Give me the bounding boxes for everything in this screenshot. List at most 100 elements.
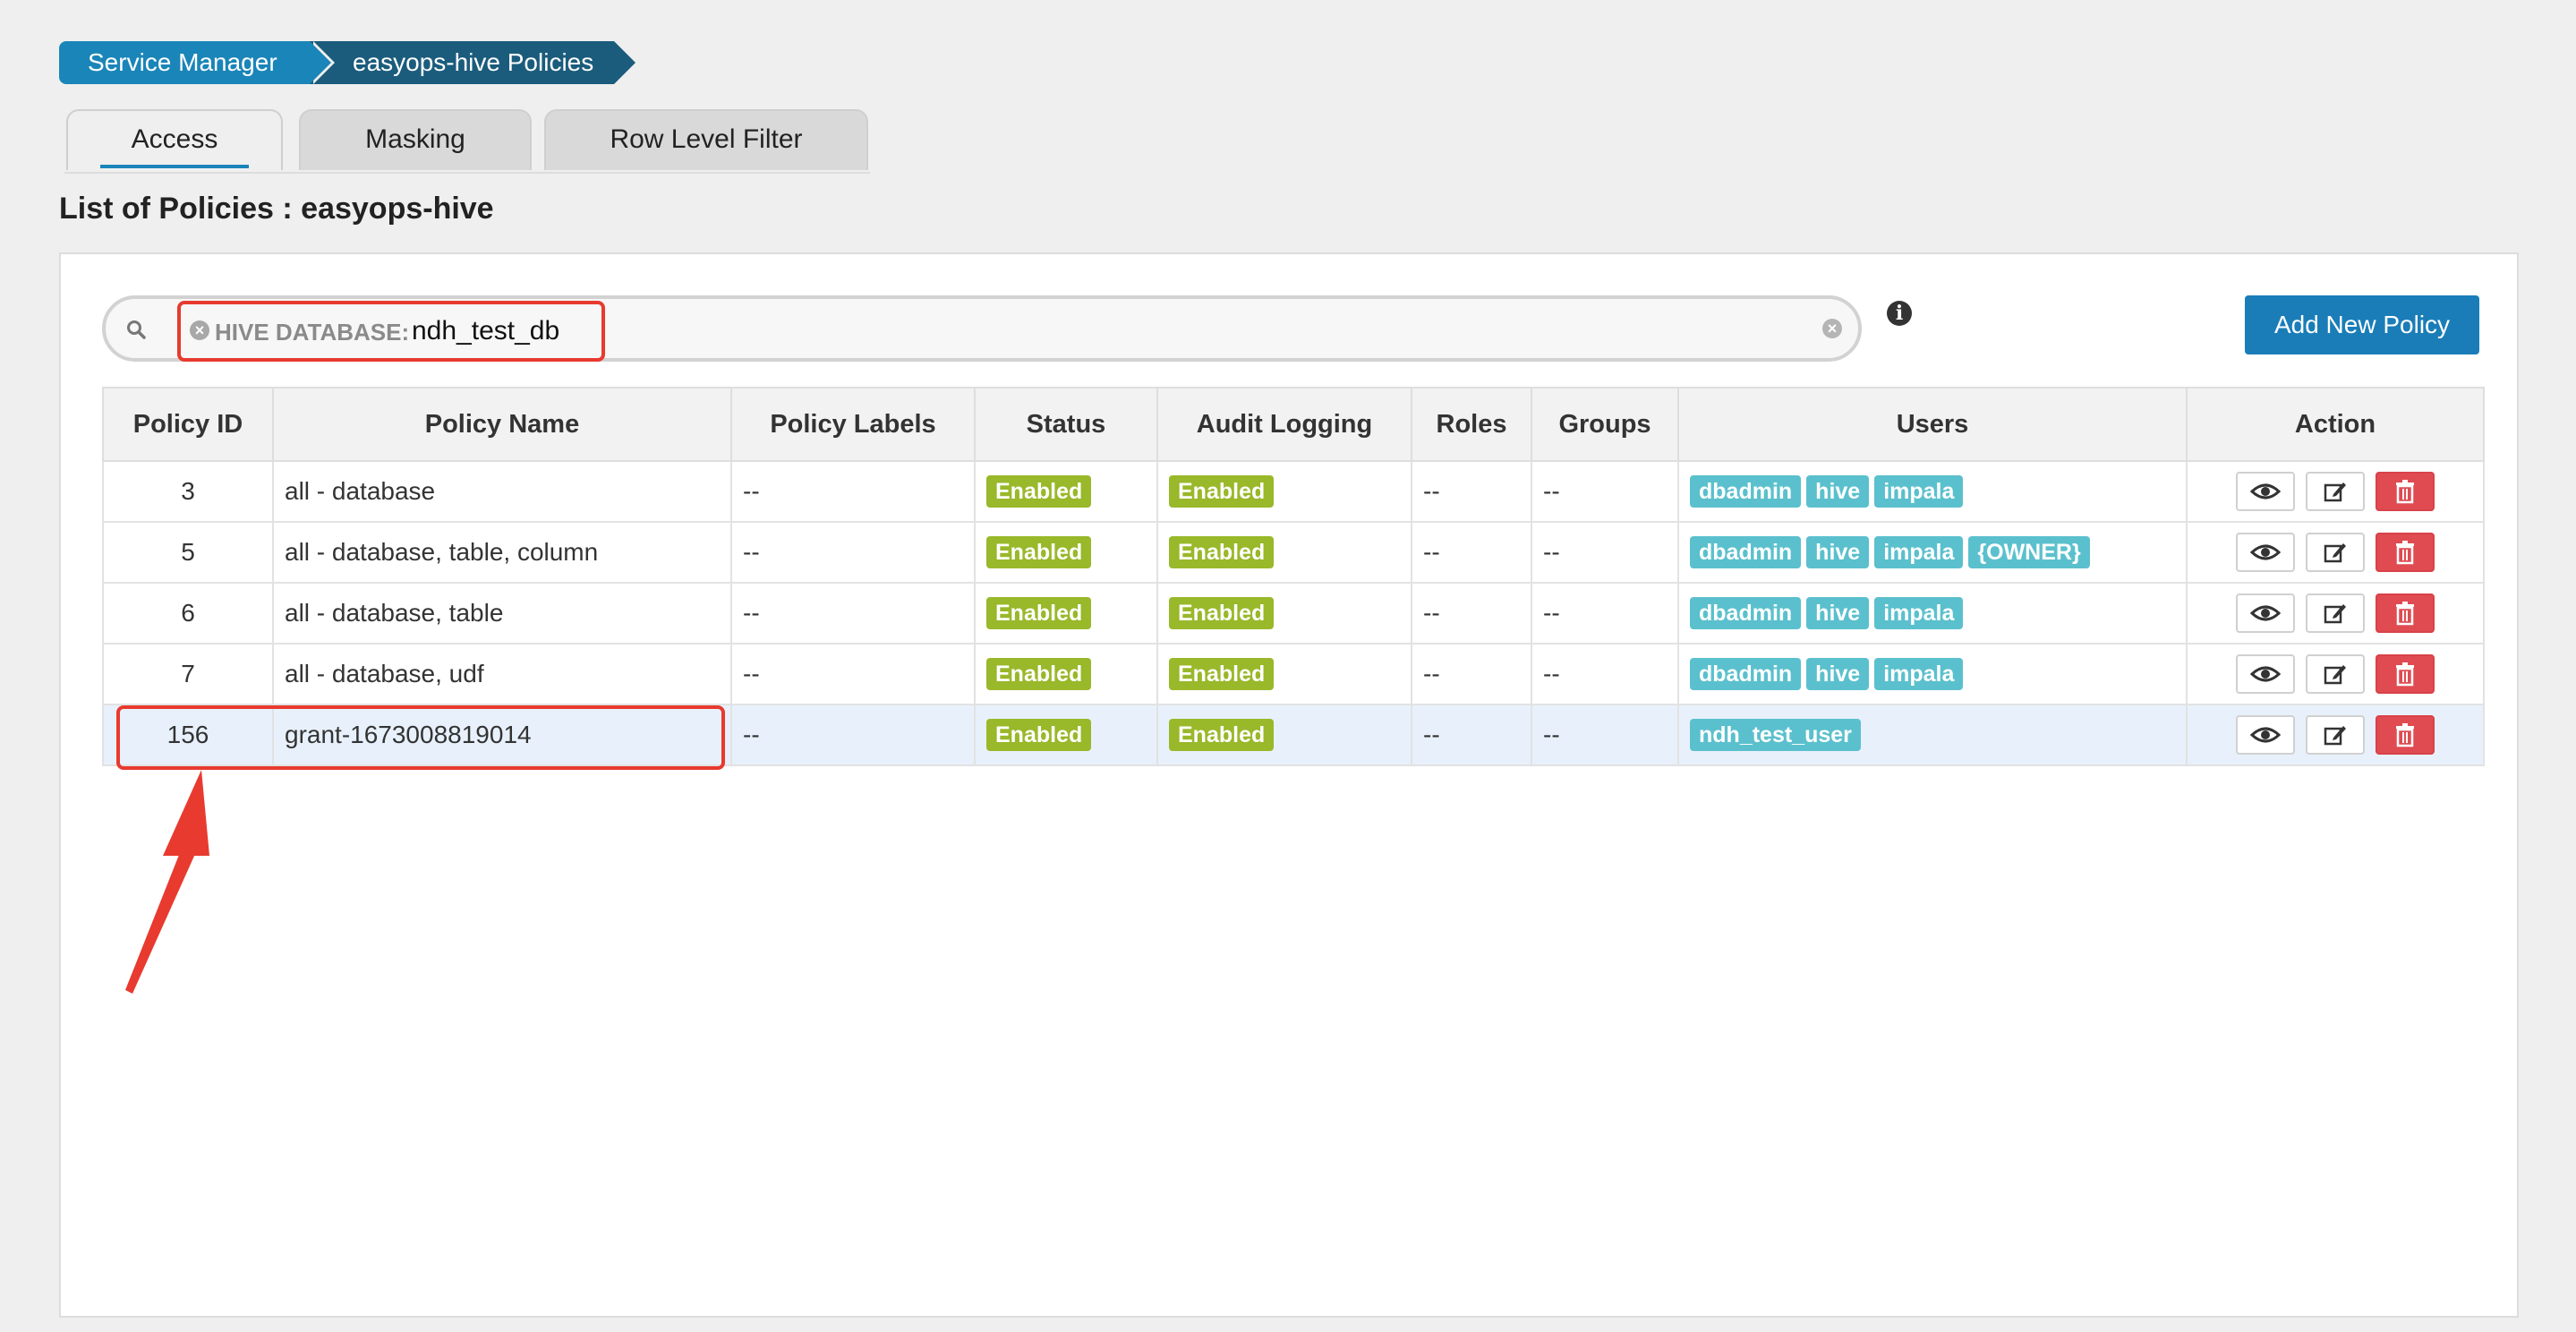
- user-badge: hive: [1806, 536, 1870, 568]
- audit-badge: Enabled: [1169, 475, 1275, 508]
- status-cell: Enabled: [974, 643, 1158, 705]
- table-row: 3 all - database -- Enabled Enabled -- -- dbadm…: [102, 460, 2485, 523]
- user-badge: hive: [1806, 597, 1870, 629]
- search-icon: [127, 320, 146, 339]
- audit-cell: Enabled: [1156, 460, 1412, 523]
- tab-access[interactable]: Access: [66, 109, 283, 170]
- user-badge: impala: [1874, 536, 1964, 568]
- roles: --: [1411, 460, 1532, 523]
- policy-labels: --: [730, 521, 976, 584]
- status-cell: Enabled: [974, 582, 1158, 645]
- table-header-row: Policy ID Policy Name Policy Labels Stat…: [102, 387, 2485, 462]
- page-title: List of Policies : easyops-hive: [59, 192, 494, 226]
- clear-search-icon[interactable]: ×: [1822, 319, 1842, 338]
- roles: --: [1411, 643, 1532, 705]
- col-policy-id: Policy ID: [102, 387, 274, 462]
- info-icon[interactable]: i: [1887, 301, 1912, 326]
- edit-button[interactable]: [2306, 533, 2365, 572]
- delete-button[interactable]: [2376, 715, 2435, 755]
- status-badge: Enabled: [986, 475, 1092, 508]
- delete-button[interactable]: [2376, 533, 2435, 572]
- breadcrumb-policies[interactable]: easyops-hive Policies: [310, 41, 635, 84]
- edit-button[interactable]: [2306, 472, 2365, 511]
- table-row: 5 all - database, table, column -- Enabled E…: [102, 521, 2485, 584]
- edit-button[interactable]: [2306, 715, 2365, 755]
- roles: --: [1411, 582, 1532, 645]
- user-badge: dbadmin: [1690, 658, 1802, 690]
- view-button[interactable]: [2236, 593, 2295, 633]
- filter-value[interactable]: ndh_test_db: [412, 316, 559, 346]
- col-audit-logging: Audit Logging: [1156, 387, 1412, 462]
- tab-masking[interactable]: Masking: [299, 109, 532, 170]
- status-badge: Enabled: [986, 719, 1092, 751]
- policy-name: all - database: [272, 460, 732, 523]
- users-cell: dbadmin hive impala {OWNER}: [1677, 521, 2188, 584]
- highlight-annotation-box: [116, 705, 725, 770]
- action-cell: [2186, 643, 2485, 705]
- policy-id-link[interactable]: 7: [102, 643, 274, 705]
- search-input[interactable]: × HIVE DATABASE: ndh_test_db ×: [102, 295, 1862, 362]
- tab-row-level-filter[interactable]: Row Level Filter: [544, 109, 868, 170]
- users-cell: dbadmin hive impala: [1677, 460, 2188, 523]
- audit-cell: Enabled: [1156, 704, 1412, 766]
- delete-button[interactable]: [2376, 593, 2435, 633]
- delete-button[interactable]: [2376, 472, 2435, 511]
- edit-button[interactable]: [2306, 593, 2365, 633]
- action-cell: [2186, 582, 2485, 645]
- groups: --: [1531, 582, 1679, 645]
- groups: --: [1531, 521, 1679, 584]
- table-row: 7 all - database, udf -- Enabled Enabled -- --…: [102, 643, 2485, 705]
- col-status: Status: [974, 387, 1158, 462]
- policy-id-link[interactable]: 3: [102, 460, 274, 523]
- audit-badge: Enabled: [1169, 658, 1275, 690]
- roles: --: [1411, 704, 1532, 766]
- annotation-arrow-icon: [125, 770, 209, 994]
- users-cell: ndh_test_user: [1677, 704, 2188, 766]
- user-badge: impala: [1874, 658, 1964, 690]
- tab-access-label: Access: [131, 124, 218, 154]
- status-badge: Enabled: [986, 536, 1092, 568]
- user-badge: dbadmin: [1690, 597, 1802, 629]
- user-badge: hive: [1806, 475, 1870, 508]
- user-badge: hive: [1806, 658, 1870, 690]
- col-policy-labels: Policy Labels: [730, 387, 976, 462]
- status-cell: Enabled: [974, 704, 1158, 766]
- action-cell: [2186, 460, 2485, 523]
- user-badge: {OWNER}: [1968, 536, 2090, 568]
- view-button[interactable]: [2236, 715, 2295, 755]
- view-button[interactable]: [2236, 533, 2295, 572]
- status-badge: Enabled: [986, 597, 1092, 629]
- policy-labels: --: [730, 582, 976, 645]
- view-button[interactable]: [2236, 654, 2295, 694]
- policy-name: all - database, table, column: [272, 521, 732, 584]
- users-cell: dbadmin hive impala: [1677, 582, 2188, 645]
- breadcrumb-service-manager[interactable]: Service Manager: [59, 41, 335, 84]
- user-badge: impala: [1874, 597, 1964, 629]
- policy-tabs: Access Masking Row Level Filter: [64, 109, 870, 174]
- user-badge: ndh_test_user: [1690, 719, 1861, 751]
- audit-cell: Enabled: [1156, 643, 1412, 705]
- policy-id-link[interactable]: 6: [102, 582, 274, 645]
- users-cell: dbadmin hive impala: [1677, 643, 2188, 705]
- delete-button[interactable]: [2376, 654, 2435, 694]
- audit-badge: Enabled: [1169, 536, 1275, 568]
- table-row: 6 all - database, table -- Enabled Enabled --…: [102, 582, 2485, 645]
- groups: --: [1531, 704, 1679, 766]
- edit-button[interactable]: [2306, 654, 2365, 694]
- filter-label: HIVE DATABASE:: [215, 319, 410, 346]
- action-cell: [2186, 521, 2485, 584]
- groups: --: [1531, 643, 1679, 705]
- audit-cell: Enabled: [1156, 582, 1412, 645]
- audit-cell: Enabled: [1156, 521, 1412, 584]
- search-filter-token: × HIVE DATABASE: ndh_test_db: [177, 301, 605, 362]
- add-new-policy-button[interactable]: Add New Policy: [2245, 295, 2479, 354]
- audit-badge: Enabled: [1169, 597, 1275, 629]
- action-cell: [2186, 704, 2485, 766]
- col-policy-name: Policy Name: [272, 387, 732, 462]
- policy-labels: --: [730, 643, 976, 705]
- remove-filter-icon[interactable]: ×: [190, 320, 209, 340]
- policy-id-link[interactable]: 5: [102, 521, 274, 584]
- view-button[interactable]: [2236, 472, 2295, 511]
- policy-labels: --: [730, 460, 976, 523]
- status-cell: Enabled: [974, 460, 1158, 523]
